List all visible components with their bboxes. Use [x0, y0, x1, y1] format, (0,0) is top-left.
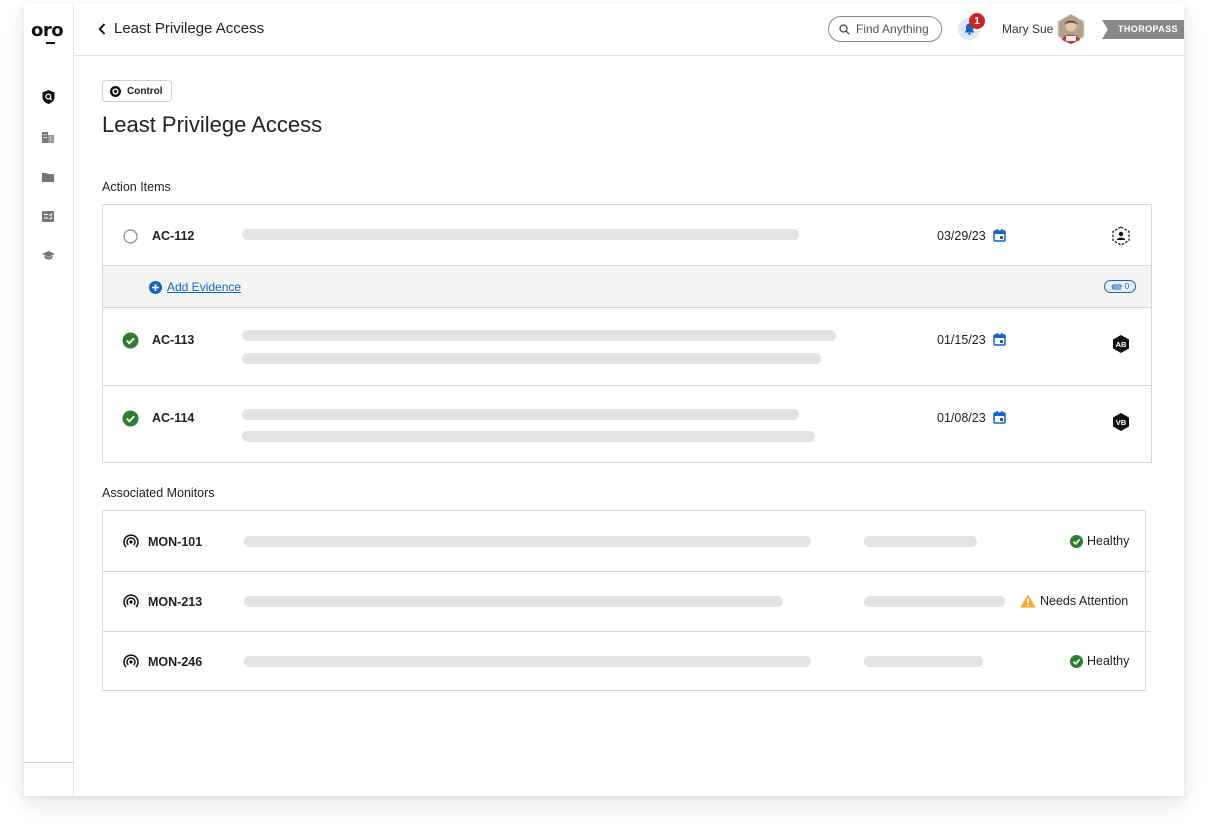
attachment-count: 0	[1124, 282, 1130, 291]
monitor-status: Needs Attention	[1020, 594, 1128, 608]
monitors-heading: Associated Monitors	[102, 486, 215, 500]
check-circle-icon	[1070, 534, 1083, 548]
add-evidence-button[interactable]: Add Evidence	[149, 280, 241, 294]
monitor-row[interactable]: MON-101 Healthy	[103, 511, 1145, 571]
add-circle-icon	[149, 280, 162, 294]
action-item-row[interactable]: AC-113 01/15/23 AB	[103, 308, 1151, 386]
page-title: Least Privilege Access	[102, 112, 323, 137]
placeholder-bar	[242, 353, 821, 364]
sidebar-divider	[24, 762, 74, 763]
broadcast-icon	[123, 534, 139, 548]
building-icon[interactable]	[41, 130, 55, 144]
placeholder-bar	[242, 409, 799, 420]
sidebar: oro	[24, 4, 74, 796]
monitor-status-label: Healthy	[1087, 534, 1130, 548]
placeholder-bar	[864, 596, 1005, 607]
action-item-date: 01/15/23	[937, 333, 986, 347]
monitor-status-label: Needs Attention	[1040, 594, 1129, 608]
assign-user-icon[interactable]	[1111, 226, 1131, 246]
header-title: Least Privilege Access	[114, 20, 265, 37]
placeholder-bar	[864, 536, 977, 547]
app-logo[interactable]: oro	[31, 20, 64, 44]
broadcast-icon	[123, 594, 139, 608]
user-name[interactable]: Mary Sue	[1002, 22, 1053, 36]
empty-circle-icon[interactable]	[122, 228, 139, 245]
control-chip: Control	[102, 80, 172, 102]
placeholder-bar	[244, 536, 811, 547]
action-item-row[interactable]: AC-112 03/29/23	[103, 205, 1151, 266]
action-item-date: 01/08/23	[937, 411, 986, 425]
evidence-row: Add Evidence 0	[103, 266, 1151, 308]
action-item-id[interactable]: AC-114	[152, 411, 194, 425]
action-item-row[interactable]: AC-114 01/08/23 VB	[103, 386, 1151, 464]
calendar-icon[interactable]	[993, 333, 1006, 346]
monitor-row[interactable]: MON-246 Healthy	[103, 631, 1145, 691]
monitor-id[interactable]: MON-101	[148, 535, 202, 549]
action-items-heading: Action Items	[102, 180, 171, 194]
attachment-count-chip[interactable]: 0	[1104, 280, 1136, 293]
calendar-icon[interactable]	[993, 229, 1006, 242]
monitor-status: Healthy	[1070, 534, 1129, 548]
brand-name: THOROPASS	[1118, 24, 1178, 34]
placeholder-bar	[242, 431, 815, 442]
placeholder-bar	[864, 656, 983, 667]
placeholder-bar	[244, 656, 811, 667]
search-icon	[839, 23, 850, 35]
folder-icon[interactable]	[41, 170, 55, 184]
assignee-initials: VB	[1116, 418, 1127, 427]
assignee-initials: AB	[1116, 340, 1127, 349]
check-circle-icon[interactable]	[122, 410, 139, 427]
placeholder-bar	[242, 330, 836, 341]
action-item-date: 03/29/23	[937, 229, 986, 243]
avatar[interactable]	[1056, 13, 1086, 45]
action-items-list: AC-112 03/29/23 Add Evidence 0 AC-113 01…	[102, 204, 1152, 463]
monitor-id[interactable]: MON-213	[148, 595, 202, 609]
warning-icon	[1020, 594, 1036, 608]
app-window: oro Least Privilege Access Find Anything	[24, 4, 1184, 796]
monitor-row[interactable]: MON-213 Needs Attention	[103, 571, 1145, 631]
app-logo-text: oro	[31, 20, 64, 41]
chevron-left-icon	[98, 22, 106, 35]
calendar-icon[interactable]	[993, 411, 1006, 424]
broadcast-icon	[123, 654, 139, 668]
check-circle-icon[interactable]	[122, 332, 139, 349]
top-header: Least Privilege Access Find Anything 1 M…	[74, 4, 1184, 56]
action-item-id[interactable]: AC-113	[152, 333, 194, 347]
monitor-status-label: Healthy	[1087, 654, 1130, 668]
control-icon	[110, 85, 121, 97]
back-button[interactable]: Least Privilege Access	[98, 20, 264, 37]
check-circle-icon	[1070, 654, 1083, 668]
placeholder-bar	[244, 596, 783, 607]
placeholder-bar	[242, 229, 799, 240]
action-item-id[interactable]: AC-112	[152, 229, 194, 243]
monitor-status: Healthy	[1070, 654, 1129, 668]
paperclip-icon	[1111, 284, 1122, 289]
add-evidence-label: Add Evidence	[167, 280, 242, 294]
notification-badge: 1	[969, 13, 985, 29]
assignee-avatar[interactable]: VB	[1111, 412, 1131, 432]
graduation-cap-icon[interactable]	[41, 249, 55, 263]
monitor-id[interactable]: MON-246	[148, 655, 202, 669]
monitors-list: MON-101 Healthy MON-213 Needs Attention …	[102, 510, 1151, 691]
search-placeholder: Find Anything	[856, 22, 929, 36]
checklist-icon[interactable]	[41, 209, 55, 223]
search-input[interactable]: Find Anything	[828, 16, 942, 42]
control-chip-label: Control	[127, 85, 163, 97]
assignee-avatar[interactable]: AB	[1111, 334, 1131, 354]
shield-search-icon[interactable]	[41, 90, 55, 104]
